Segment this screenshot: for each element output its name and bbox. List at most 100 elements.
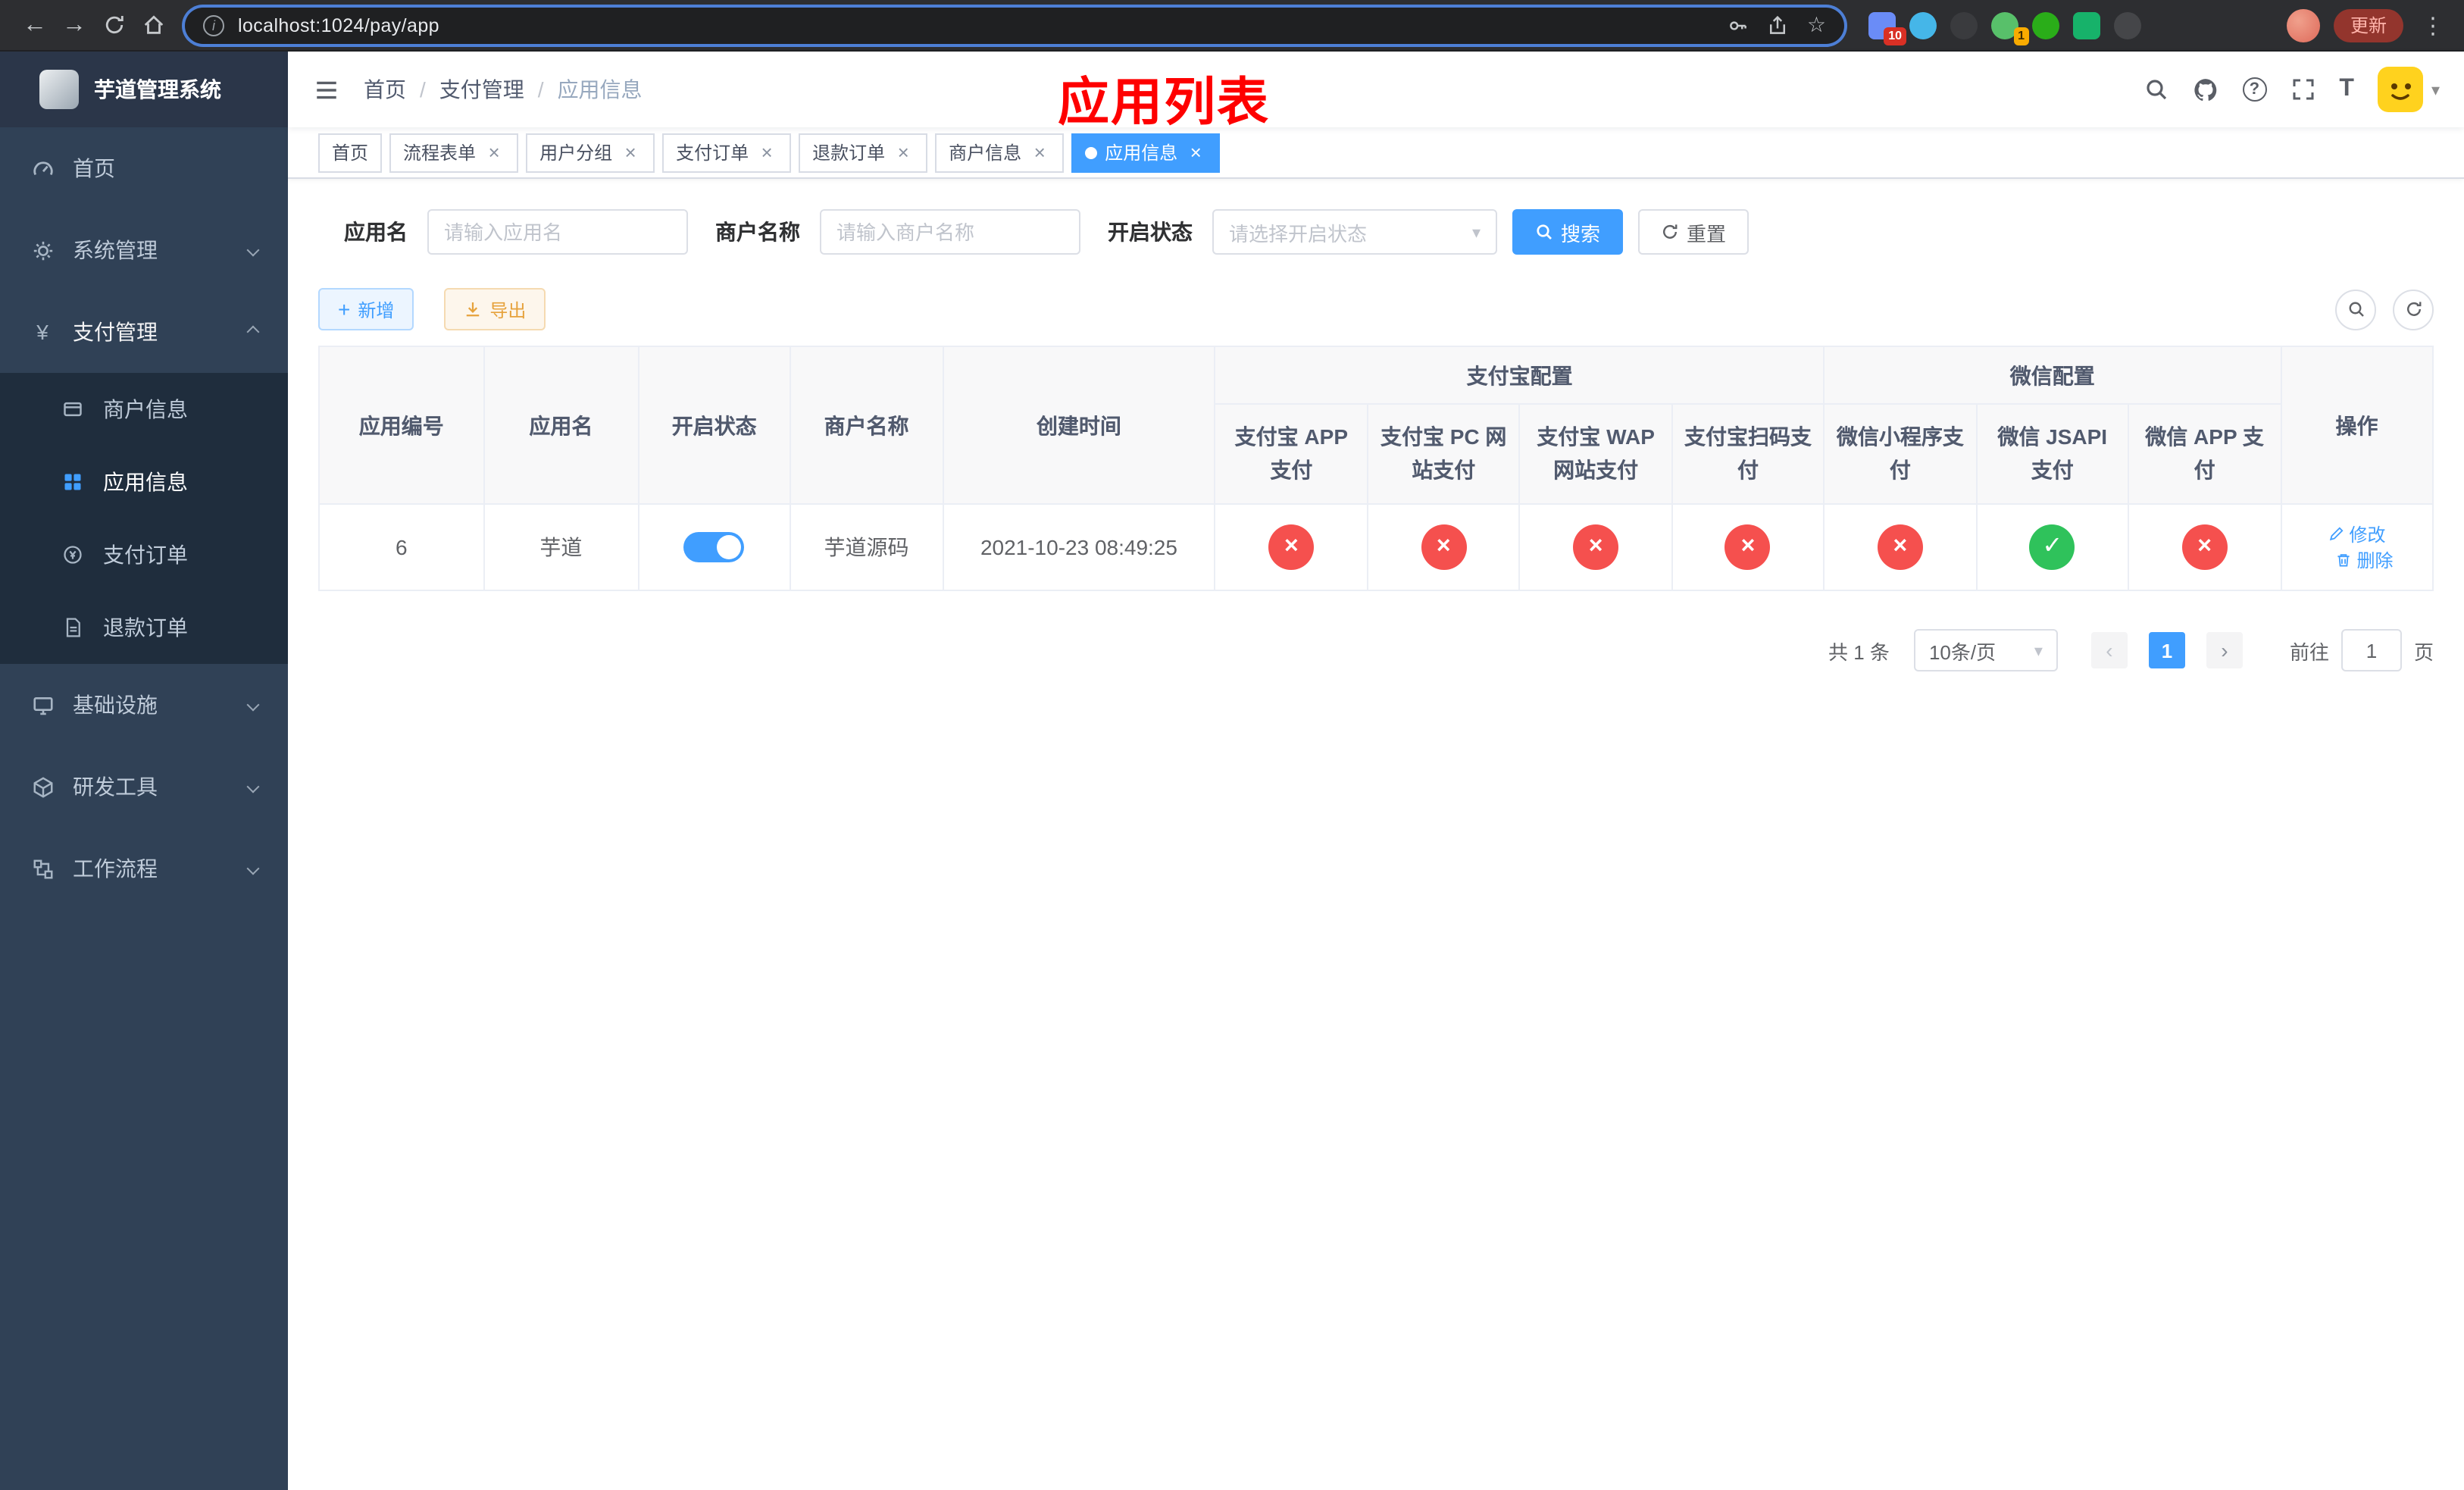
edit-label: 修改 [2349, 524, 2386, 546]
password-key-icon[interactable] [1728, 14, 1750, 36]
help-icon[interactable]: ? [2242, 68, 2267, 111]
sidebar-item-home[interactable]: 首页 [0, 127, 288, 209]
filter-form: 应用名 商户名称 开启状态 请选择开启状态 ▾ 搜索 重置 [344, 209, 2434, 255]
breadcrumb-item-home[interactable]: 首页 [364, 74, 406, 105]
tab-app-info[interactable]: 应用信息 × [1071, 133, 1221, 172]
cell-wechat-app: × [2128, 503, 2282, 591]
browser-profile-avatar[interactable] [2286, 8, 2320, 42]
site-info-icon[interactable]: i [203, 14, 224, 36]
tab-refund-orders[interactable]: 退款订单 × [799, 133, 928, 172]
search-icon[interactable] [2143, 68, 2168, 111]
close-icon[interactable]: × [1185, 142, 1206, 163]
breadcrumb-separator: / [537, 77, 544, 102]
reload-icon[interactable] [94, 5, 133, 45]
delete-button[interactable]: 删除 [2336, 547, 2394, 573]
extension-icon-3[interactable] [1950, 11, 1978, 39]
app-name-input[interactable] [427, 209, 688, 255]
merchant-name-input[interactable] [820, 209, 1080, 255]
back-icon[interactable]: ← [15, 5, 55, 45]
sidebar-item-infra[interactable]: 基础设施 [0, 664, 288, 746]
forward-icon[interactable]: → [55, 5, 94, 45]
tab-pay-orders[interactable]: 支付订单 × [662, 133, 792, 172]
search-button[interactable]: 搜索 [1512, 209, 1624, 255]
main-area: 首页 / 支付管理 / 应用信息 应用列表 ? T ▾ 首页 流程表单 × 用户… [288, 52, 2464, 1490]
extension-badge: 10 [1884, 27, 1906, 45]
page-number-button[interactable]: 1 [2148, 632, 2185, 668]
extension-icon-6[interactable] [2073, 11, 2100, 39]
extension-icon-2[interactable] [1909, 11, 1937, 39]
cell-wechat-mini: × [1823, 503, 1978, 591]
sidebar-item-merchant-info[interactable]: 商户信息 [0, 373, 288, 446]
hamburger-icon[interactable] [288, 52, 364, 127]
col-header-alipay-qr: 支付宝扫码支付 [1671, 403, 1825, 505]
tab-process-form[interactable]: 流程表单 × [389, 133, 519, 172]
add-button[interactable]: + 新增 [318, 288, 414, 330]
workflow-icon [30, 856, 55, 881]
export-button-label: 导出 [489, 299, 527, 321]
export-button[interactable]: 导出 [444, 288, 546, 330]
close-icon[interactable]: × [483, 142, 505, 163]
sidebar-item-devtools[interactable]: 研发工具 [0, 746, 288, 828]
tab-label: 首页 [332, 142, 369, 164]
toggle-search-icon-button[interactable] [2335, 289, 2376, 330]
pagination-total: 共 1 条 [1828, 640, 1890, 663]
col-header-alipay-app: 支付宝 APP 支付 [1214, 403, 1368, 505]
page-size-select[interactable]: 10条/页 ▾ [1913, 629, 2058, 671]
extension-icon-4[interactable]: 1 [1991, 11, 2029, 45]
col-header-status: 开启状态 [637, 346, 792, 505]
refresh-icon-button[interactable] [2393, 289, 2434, 330]
app-logo-row[interactable]: 芋道管理系统 [0, 52, 288, 127]
document-icon [61, 615, 85, 640]
close-icon[interactable]: × [1029, 142, 1050, 163]
browser-menu-icon[interactable]: ⋮ [2417, 11, 2449, 39]
tab-user-group[interactable]: 用户分组 × [526, 133, 655, 172]
status-select[interactable]: 请选择开启状态 ▾ [1212, 209, 1497, 255]
delete-label: 删除 [2356, 550, 2394, 571]
breadcrumb-item-payment[interactable]: 支付管理 [439, 74, 524, 105]
font-size-icon[interactable]: T [2339, 68, 2354, 111]
cell-app-name: 芋道 [483, 503, 639, 591]
home-icon[interactable] [133, 5, 173, 45]
pagination-goto: 前往 页 [2290, 629, 2434, 671]
user-avatar-menu[interactable]: ▾ [2378, 67, 2440, 112]
tab-home[interactable]: 首页 [318, 133, 383, 172]
address-bar[interactable]: i localhost:1024/pay/app ☆ [185, 7, 1844, 43]
next-page-button[interactable]: › [2206, 632, 2243, 668]
sidebar-item-payment[interactable]: ¥ 支付管理 [0, 291, 288, 373]
close-icon[interactable]: × [756, 142, 777, 163]
extension-icon-7[interactable] [2114, 11, 2141, 39]
cell-alipay-wap: × [1518, 503, 1673, 591]
goto-page-input[interactable] [2340, 629, 2402, 671]
sidebar-item-label: 研发工具 [73, 775, 158, 799]
prev-page-button[interactable]: ‹ [2090, 632, 2128, 668]
sidebar-item-label: 支付管理 [73, 320, 158, 344]
edit-button[interactable]: 修改 [2328, 521, 2386, 547]
share-icon[interactable] [1768, 14, 1789, 36]
browser-update-button[interactable]: 更新 [2333, 8, 2403, 42]
cell-actions: 修改 删除 [2280, 503, 2434, 591]
close-icon[interactable]: × [620, 142, 641, 163]
sidebar-item-app-info[interactable]: 应用信息 [0, 446, 288, 518]
col-header-create-time: 创建时间 [942, 346, 1216, 505]
disabled-cross-icon: × [1877, 524, 1923, 570]
github-icon[interactable] [2192, 68, 2218, 111]
browser-controls: 更新 ⋮ [2286, 8, 2449, 42]
fullscreen-icon[interactable] [2290, 68, 2315, 111]
close-icon[interactable]: × [893, 142, 914, 163]
sidebar-item-workflow[interactable]: 工作流程 [0, 828, 288, 909]
sidebar: 芋道管理系统 首页 系统管理 ¥ 支付管理 商户信息 应用信息 支付订单 退款订… [0, 52, 288, 1490]
sidebar-item-pay-orders[interactable]: 支付订单 [0, 518, 288, 591]
extension-icon-5[interactable] [2032, 11, 2059, 39]
bookmark-star-icon[interactable]: ☆ [1807, 12, 1826, 38]
col-group-wechat: 微信配置 [1823, 346, 2282, 405]
sidebar-item-system[interactable]: 系统管理 [0, 209, 288, 291]
tab-merchant-info[interactable]: 商户信息 × [935, 133, 1065, 172]
chevron-down-icon [246, 243, 260, 257]
sidebar-item-refund-orders[interactable]: 退款订单 [0, 591, 288, 664]
status-toggle[interactable] [683, 532, 745, 562]
col-header-app-id: 应用编号 [318, 346, 485, 505]
url-text[interactable]: localhost:1024/pay/app [238, 14, 1710, 36]
reset-button[interactable]: 重置 [1638, 209, 1750, 255]
payment-submenu: 商户信息 应用信息 支付订单 退款订单 [0, 373, 288, 664]
extension-icon-1[interactable]: 10 [1868, 11, 1906, 45]
